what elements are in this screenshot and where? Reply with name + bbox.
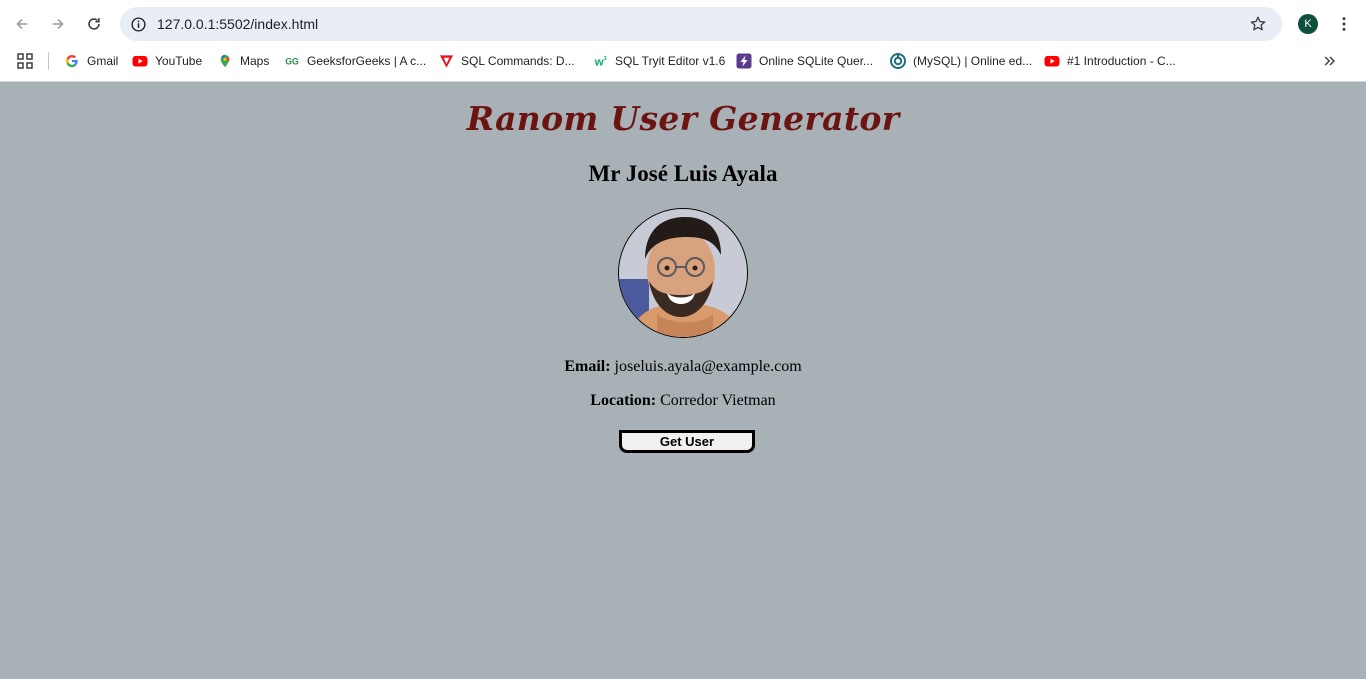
bookmark-label: GeeksforGeeks | A c... (307, 54, 427, 68)
reload-icon (88, 18, 100, 30)
maps-icon (217, 53, 233, 69)
bookmark-label: Gmail (87, 54, 119, 68)
apps-grid-icon[interactable] (17, 53, 33, 69)
bookmark-star-icon[interactable] (1248, 14, 1268, 34)
page-title: Ranom User Generator (466, 99, 900, 138)
reload-button[interactable] (80, 10, 108, 38)
bookmark-label: (MySQL) | Online ed... (913, 54, 1033, 68)
profile-avatar[interactable]: K (1298, 14, 1318, 34)
bookmark-gmail[interactable]: Gmail (64, 51, 118, 71)
svg-text:w: w (594, 56, 604, 68)
forward-button[interactable] (44, 10, 72, 38)
bookmark-label: Maps (240, 54, 270, 68)
bookmark-label: #1 Introduction - C... (1067, 54, 1176, 68)
bookmark-maps[interactable]: Maps (217, 51, 269, 71)
bookmark-mysql-online[interactable]: (MySQL) | Online ed... (890, 51, 1032, 71)
browser-chrome: 127.0.0.1:5502/index.html K Gmail YouTub… (0, 0, 1366, 82)
browser-toolbar: 127.0.0.1:5502/index.html K (0, 0, 1366, 48)
bookmark-label: YouTube (155, 54, 203, 68)
sqlite-icon (736, 53, 752, 69)
location-line: Location: Corredor Vietman (0, 392, 1366, 410)
site-info-icon[interactable] (128, 14, 148, 34)
bookmark-youtube[interactable]: YouTube (132, 51, 202, 71)
back-arrow-icon (16, 18, 28, 30)
bookmark-sql-tryit[interactable]: w3 SQL Tryit Editor v1.6 (592, 51, 726, 71)
w3schools-icon: w3 (592, 53, 608, 69)
bookmark-label: SQL Tryit Editor v1.6 (615, 54, 726, 68)
location-value: Corredor Vietman (660, 392, 776, 409)
svg-text:GG: GG (285, 57, 299, 67)
page-content: Ranom User Generator Mr José Luis Ayala … (0, 83, 1366, 679)
more-bookmarks-icon[interactable] (1320, 52, 1340, 70)
location-label: Location: (590, 392, 657, 409)
user-name: Mr José Luis Ayala (588, 161, 778, 186)
bookmark-geeksforgeeks[interactable]: GG GeeksforGeeks | A c... (284, 51, 426, 71)
url-text[interactable]: 127.0.0.1:5502/index.html (157, 16, 318, 32)
bookmark-label: Online SQLite Quer... (759, 54, 874, 68)
bookmarks-bar: Gmail YouTube Maps GG GeeksforGeeks | A … (0, 48, 1366, 74)
address-bar[interactable]: 127.0.0.1:5502/index.html (120, 7, 1282, 41)
youtube-icon (1044, 53, 1060, 69)
user-avatar (618, 208, 748, 338)
youtube-icon (132, 53, 148, 69)
back-button[interactable] (8, 10, 36, 38)
get-user-button[interactable]: Get User (619, 430, 755, 453)
bookmark-online-sqlite[interactable]: Online SQLite Quer... (736, 51, 873, 71)
user-photo-icon (619, 209, 747, 337)
bookmark-introduction[interactable]: #1 Introduction - C... (1044, 51, 1176, 71)
svg-text:3: 3 (604, 56, 607, 62)
email-label: Email: (564, 358, 611, 375)
email-line: Email: joseluis.ayala@example.com (0, 358, 1366, 376)
onecompiler-icon (890, 53, 906, 69)
geeksforgeeks-icon: GG (284, 53, 300, 69)
bookmark-sql-commands[interactable]: SQL Commands: D... (438, 51, 575, 71)
google-icon (64, 53, 80, 69)
browser-menu-icon[interactable] (1333, 13, 1355, 35)
email-value: joseluis.ayala@example.com (614, 358, 802, 375)
bookmarks-separator (48, 52, 49, 70)
forward-arrow-icon (52, 18, 64, 30)
bookmark-label: SQL Commands: D... (461, 54, 575, 68)
sql-commands-icon (438, 53, 454, 69)
